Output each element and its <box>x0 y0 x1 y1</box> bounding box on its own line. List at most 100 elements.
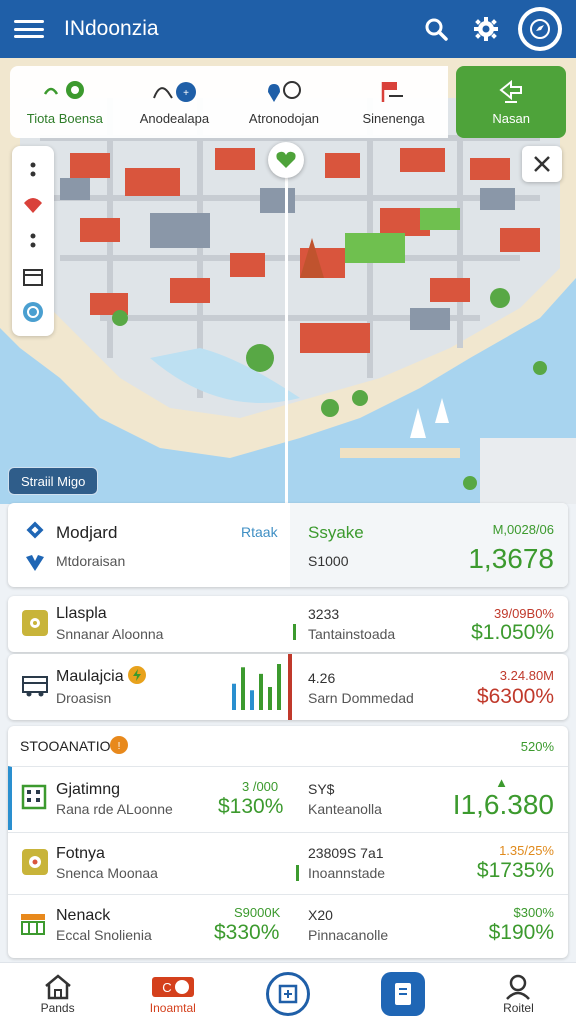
item-sub: Rana rde ALoonne <box>56 801 173 817</box>
summary-right-title: Ssyake <box>308 523 364 542</box>
tab-label: Nasan <box>492 110 530 126</box>
map-split-divider[interactable] <box>285 170 288 504</box>
tablet-icon <box>381 971 426 1016</box>
chart-bar <box>268 687 272 710</box>
chart-bar <box>277 664 281 710</box>
map-chip[interactable]: Straiil Migo <box>8 467 99 495</box>
item-mid-sub: Sarn Dommedad <box>308 690 414 706</box>
app-header: INdoonzia <box>0 0 576 58</box>
item-mid: SY$ <box>308 781 335 797</box>
user-icon <box>506 974 531 1000</box>
map-toolbar <box>12 146 54 336</box>
map-circle-icon <box>266 971 310 1016</box>
search-icon[interactable] <box>416 9 456 49</box>
tab-2[interactable]: Atronodojan <box>229 66 339 138</box>
nav-cards[interactable]: C Inoamtal <box>115 963 230 1024</box>
item-mid: 3233 <box>308 606 340 622</box>
item-mid-sub: Inoannstade <box>308 865 386 881</box>
item-big: $1735% <box>476 859 554 882</box>
close-icon[interactable] <box>522 146 562 182</box>
item-mid: 4.26 <box>308 670 336 686</box>
diamond-icon <box>22 517 48 543</box>
hamburger-icon[interactable] <box>14 17 44 41</box>
nav-label: Roitel <box>503 1000 534 1015</box>
item-big: $6300% <box>476 685 554 708</box>
app-title: INdoonzia <box>64 17 159 40</box>
list-item[interactable]: Llaspla Snnanar Aloonna 3233 Tantainstoa… <box>8 596 568 652</box>
tab-label: Sinenenga <box>362 110 425 126</box>
tab-3[interactable]: Sinenenga <box>338 66 449 138</box>
item-sub: Eccal Snolienia <box>56 927 152 943</box>
item-sub: Snenca Moonaa <box>56 865 158 881</box>
trend-bar-red <box>288 654 292 720</box>
item-small: $300% <box>513 905 554 920</box>
chart-bar <box>232 683 236 710</box>
section-card: STOOANATIO ! 520% Gjatimng Rana rde ALoo… <box>8 726 568 958</box>
bus-icon <box>20 672 50 700</box>
svg-text:+: + <box>183 88 189 99</box>
list-item[interactable]: Nenack Eccal Snolienia S9000K $330% X20 … <box>8 894 568 956</box>
item-name: Nenack <box>56 907 111 924</box>
red-pin-icon[interactable] <box>18 190 48 220</box>
bolt-badge-icon <box>128 666 146 684</box>
flower-icon <box>22 849 48 875</box>
nav-tablet[interactable] <box>346 963 461 1024</box>
item-sub: Snnanar Aloonna <box>56 626 164 642</box>
sun-icon <box>22 610 48 636</box>
layers-icon[interactable] <box>18 262 48 292</box>
item-name: Llaspla <box>56 605 107 622</box>
list-item[interactable]: Maulajcia Droasisn 4.26 Sarn Dommedad 3.… <box>8 654 568 720</box>
category-tabs: Tiota Boensa + Anodealapa Atronodojan Si… <box>10 66 566 138</box>
nav-label: Pands <box>40 1000 75 1015</box>
dots-icon[interactable] <box>18 155 48 185</box>
tab-label: Atronodojan <box>248 110 320 126</box>
item-mid: 23809S 7a1 <box>308 845 384 861</box>
summary-card[interactable]: Modjard Mtdoraisan Rtaak Ssyake S1000 M,… <box>8 503 568 587</box>
item-sub: Droasisn <box>56 690 112 706</box>
cards-icon: C <box>151 976 194 997</box>
item-mid: X20 <box>308 907 333 923</box>
mini-bar-chart <box>232 664 281 710</box>
tab-4[interactable]: Nasan <box>456 66 566 138</box>
summary-sub: Mtdoraisan <box>56 553 126 569</box>
item-small: 1.35/25% <box>499 843 554 858</box>
tab-0[interactable]: Tiota Boensa <box>10 66 120 138</box>
item-pct-small: 3 /000 <box>242 779 279 794</box>
market-icon <box>18 909 48 939</box>
section-title: STOOANATIO <box>20 738 111 754</box>
building-icon <box>20 783 48 811</box>
chart-bar <box>241 667 245 710</box>
pin-icon <box>264 79 304 105</box>
tab-1[interactable]: + Anodealapa <box>119 66 230 138</box>
bottom-nav: Pands C Inoamtal Roitel <box>0 962 576 1024</box>
item-mid-sub: Tantainstoada <box>308 626 396 642</box>
item-big: $190% <box>488 921 554 944</box>
item-name: Gjatimng <box>56 781 121 798</box>
summary-right-sub: S1000 <box>308 553 349 569</box>
globe-icon[interactable] <box>18 297 48 327</box>
item-mid-sub: Pinnacanolle <box>308 927 389 943</box>
item-big: I1,6.380 <box>452 789 554 820</box>
item-pct-big: $330% <box>214 921 280 944</box>
compass-icon[interactable] <box>518 7 562 51</box>
nav-home[interactable]: Pands <box>0 963 115 1024</box>
tab-label: Anodealapa <box>139 110 210 126</box>
balloon-icon: + <box>150 79 198 105</box>
list-item[interactable]: Fotnya Snenca Moonaa 23809S 7a1 Inoannst… <box>8 832 568 892</box>
trend-tick <box>293 624 296 640</box>
item-small: ▲ <box>495 775 508 790</box>
nav-profile[interactable]: Roitel <box>461 963 576 1024</box>
svg-text:!: ! <box>118 741 121 750</box>
export-icon <box>497 79 525 105</box>
tab-label: Tiota Boensa <box>26 110 103 126</box>
flag-icon <box>379 79 409 105</box>
heart-pin-icon[interactable] <box>268 142 304 178</box>
dots-icon[interactable] <box>18 226 48 256</box>
chart-bar <box>250 690 254 710</box>
gear-icon[interactable] <box>466 9 506 49</box>
shield-check-icon <box>22 549 48 575</box>
nav-map[interactable] <box>230 963 345 1024</box>
home-icon <box>44 973 71 999</box>
item-mid-sub: Kanteanolla <box>308 801 382 817</box>
list-item[interactable]: Gjatimng Rana rde ALoonne 3 /000 $130% S… <box>8 766 568 830</box>
